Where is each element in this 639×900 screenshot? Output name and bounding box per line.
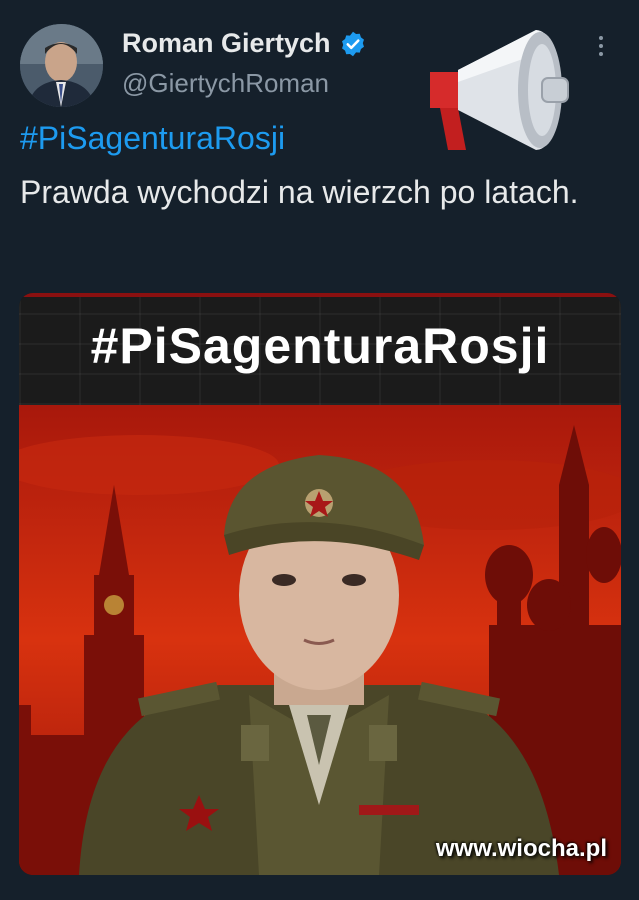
verified-badge-icon	[341, 31, 364, 56]
author-name[interactable]: Roman Giertych	[122, 28, 331, 59]
media-banner-text: #PiSagenturaRosji	[90, 318, 550, 374]
author-avatar[interactable]	[20, 24, 103, 107]
tweet-text: Prawda wychodzi na wierzch po latach.	[20, 174, 579, 210]
megaphone-icon	[430, 30, 569, 150]
avatar-image	[20, 24, 103, 107]
media-illustration	[19, 405, 621, 875]
author-handle[interactable]: @GiertychRoman	[122, 68, 329, 99]
more-options-icon[interactable]	[597, 36, 605, 60]
author-name-row: Roman Giertych	[122, 28, 367, 59]
media-banner: #PiSagenturaRosji	[19, 293, 621, 405]
tweet-media[interactable]: #PiSagenturaRosji www.wiocha.pl	[19, 293, 621, 875]
watermark: www.wiocha.pl	[435, 835, 607, 862]
hashtag-link[interactable]: #PiSagenturaRosji	[20, 120, 285, 157]
